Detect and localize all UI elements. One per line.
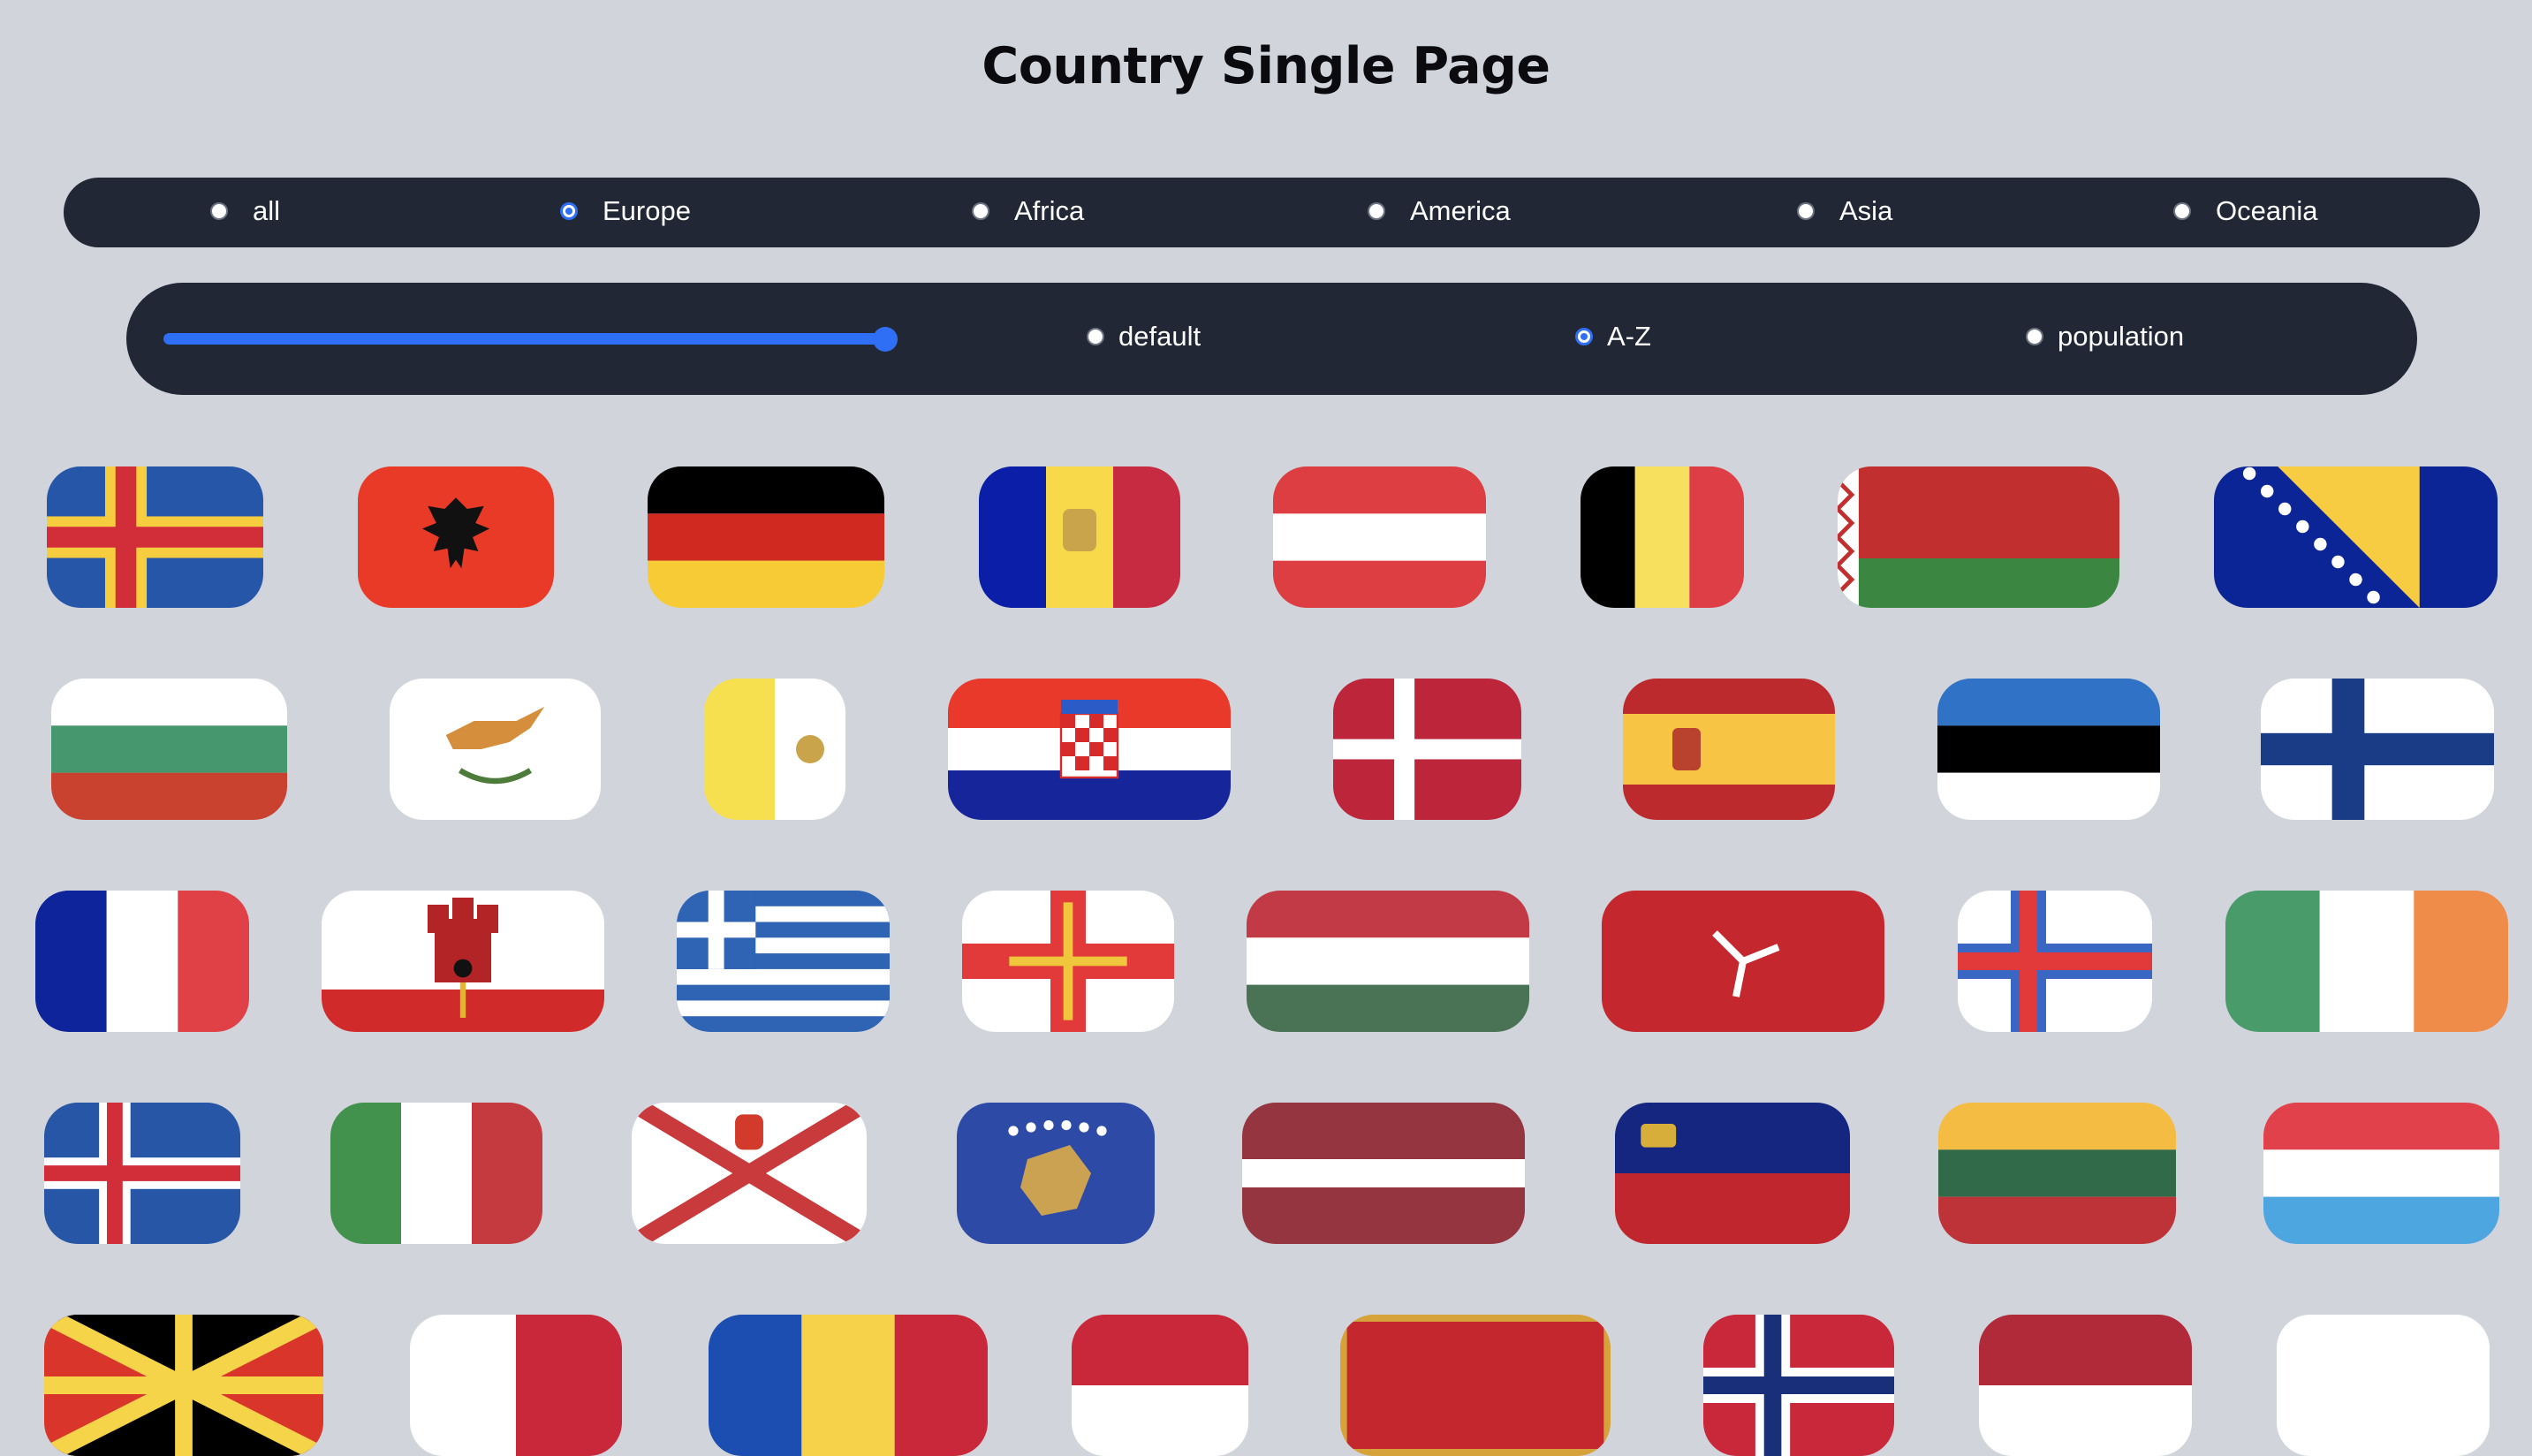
denmark-flag[interactable] <box>1333 679 1521 820</box>
size-slider-track[interactable] <box>163 333 888 345</box>
sort-radio-az[interactable]: A-Z <box>1575 321 1651 353</box>
monaco-flag[interactable] <box>1072 1315 1248 1456</box>
sort-label-population: population <box>2058 321 2185 352</box>
germany-flag[interactable] <box>648 466 884 608</box>
montenegro-flag[interactable] <box>1340 1315 1611 1456</box>
radio-button-checked[interactable] <box>1575 328 1593 345</box>
albania-flag[interactable] <box>358 466 554 608</box>
norway-flag[interactable] <box>1703 1315 1894 1456</box>
liechtenstein-flag[interactable] <box>1615 1103 1850 1244</box>
hungary-flag[interactable] <box>1247 891 1529 1032</box>
region-radio-oceania[interactable]: Oceania <box>2173 195 2317 227</box>
sort-label-az: A-Z <box>1607 321 1651 352</box>
austria-flag[interactable] <box>1273 466 1486 608</box>
aland-flag[interactable] <box>47 466 263 608</box>
greece-flag[interactable] <box>677 891 890 1032</box>
belgium-flag[interactable] <box>1581 466 1744 608</box>
gibraltar-flag[interactable] <box>322 891 604 1032</box>
lithuania-flag[interactable] <box>1938 1103 2176 1244</box>
moldova-flag[interactable] <box>709 1315 988 1456</box>
bulgaria-flag[interactable] <box>51 679 287 820</box>
finland-flag[interactable] <box>2261 679 2494 820</box>
vatican-flag[interactable] <box>704 679 845 820</box>
region-radio-europe[interactable]: Europe <box>560 195 691 227</box>
cyprus-flag[interactable] <box>390 679 601 820</box>
radio-button[interactable] <box>210 202 228 220</box>
region-label-africa: Africa <box>1014 195 1085 226</box>
sort-radio-default[interactable]: default <box>1087 321 1201 353</box>
latvia-flag[interactable] <box>1242 1103 1525 1244</box>
kosovo-flag[interactable] <box>957 1103 1155 1244</box>
radio-button[interactable] <box>1797 202 1815 220</box>
jersey-flag[interactable] <box>632 1103 867 1244</box>
size-slider-thumb[interactable] <box>873 327 898 352</box>
portugal-flag[interactable] <box>2277 1315 2490 1456</box>
region-label-america: America <box>1410 195 1511 226</box>
region-label-oceania: Oceania <box>2216 195 2318 226</box>
region-radio-america[interactable]: America <box>1368 195 1511 227</box>
italy-flag[interactable] <box>330 1103 542 1244</box>
sort-label-default: default <box>1118 321 1202 352</box>
france-flag[interactable] <box>35 891 249 1032</box>
region-filter-bar: all Europe Africa America Asia Oceania <box>64 178 2480 247</box>
ireland-flag[interactable] <box>2225 891 2508 1032</box>
region-label-europe: Europe <box>603 195 691 226</box>
region-radio-asia[interactable]: Asia <box>1797 195 1892 227</box>
iceland-flag[interactable] <box>44 1103 240 1244</box>
andorra-flag[interactable] <box>979 466 1180 608</box>
radio-button-checked[interactable] <box>560 202 578 220</box>
radio-button[interactable] <box>1087 328 1104 345</box>
radio-button[interactable] <box>1368 202 1385 220</box>
radio-button[interactable] <box>2026 328 2043 345</box>
estonia-flag[interactable] <box>1937 679 2160 820</box>
luxembourg-flag[interactable] <box>2263 1103 2499 1244</box>
radio-button[interactable] <box>972 202 989 220</box>
poland-flag[interactable] <box>1979 1315 2192 1456</box>
region-label-all: all <box>253 195 281 226</box>
radio-button[interactable] <box>2173 202 2191 220</box>
faroe-flag[interactable] <box>1958 891 2152 1032</box>
north-macedonia-flag[interactable] <box>44 1315 323 1456</box>
guernsey-flag[interactable] <box>962 891 1174 1032</box>
region-radio-africa[interactable]: Africa <box>972 195 1084 227</box>
belarus-flag[interactable] <box>1838 466 2119 608</box>
sort-bar: default A-Z population <box>126 283 2417 395</box>
page-title: Country Single Page <box>982 37 1550 95</box>
spain-flag[interactable] <box>1623 679 1835 820</box>
region-radio-all[interactable]: all <box>210 195 280 227</box>
region-label-asia: Asia <box>1839 195 1893 226</box>
isle-of-man-flag[interactable] <box>1602 891 1884 1032</box>
croatia-flag[interactable] <box>948 679 1231 820</box>
malta-flag[interactable] <box>410 1315 622 1456</box>
bosnia-flag[interactable] <box>2214 466 2498 608</box>
sort-radio-population[interactable]: population <box>2026 321 2184 353</box>
